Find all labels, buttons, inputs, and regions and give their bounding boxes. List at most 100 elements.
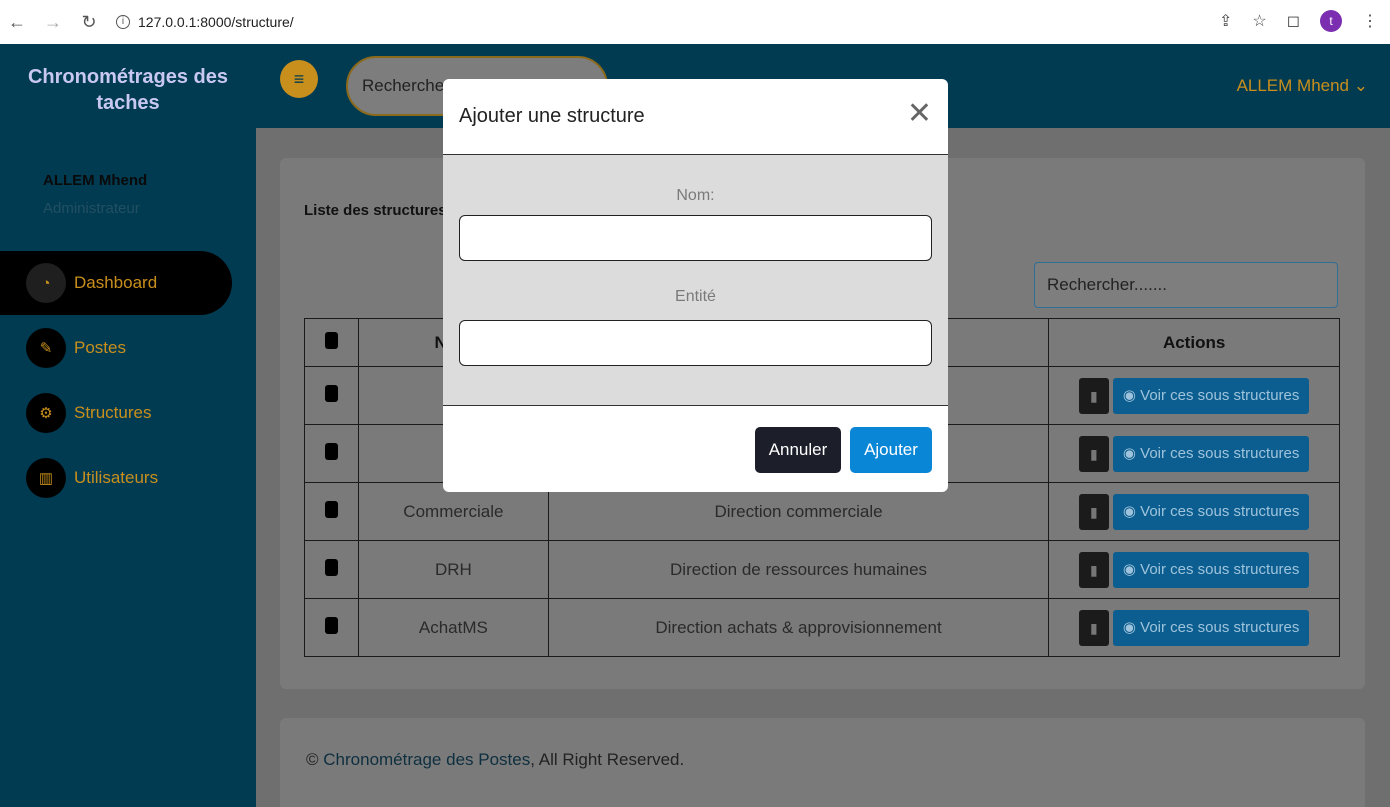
- url-text[interactable]: 127.0.0.1:8000/structure/: [138, 14, 294, 30]
- view-label: Voir ces sous structures: [1140, 444, 1300, 462]
- sidebar-toggle-button[interactable]: ≡: [280, 60, 318, 98]
- sidebar-item-postes[interactable]: ✎ Postes: [0, 316, 232, 380]
- app-brand[interactable]: Chronométrages des taches: [12, 64, 244, 116]
- cancel-button[interactable]: Annuler: [755, 427, 841, 473]
- table-search-input[interactable]: Rechercher.......: [1034, 262, 1338, 308]
- reload-icon[interactable]: ↻: [80, 12, 98, 33]
- row-checkbox[interactable]: [324, 616, 338, 634]
- view-label: Voir ces sous structures: [1140, 560, 1300, 578]
- row-checkbox[interactable]: [324, 500, 338, 518]
- row-checkbox[interactable]: [324, 384, 338, 402]
- browser-chrome: ← → ↻ i 127.0.0.1:8000/structure/ ⇪ ☆ ◻ …: [0, 0, 1390, 44]
- row-select-cell: [304, 540, 359, 599]
- sidebar-item-label: Utilisateurs: [74, 468, 159, 487]
- trash-icon: ▮: [1090, 445, 1098, 462]
- cell-actions: ▮ ◉ Voir ces sous structures: [1048, 366, 1340, 425]
- sidebar-item-dashboard[interactable]: ◔ Dashboard: [0, 251, 232, 315]
- delete-button[interactable]: ▮: [1078, 493, 1109, 530]
- trash-icon: ▮: [1090, 619, 1098, 636]
- cell-nom: DRH: [357, 540, 549, 599]
- cell-actions: ▮ ◉ Voir ces sous structures: [1048, 598, 1340, 657]
- sidebar-user-role: Administrateur: [43, 200, 140, 217]
- browser-nav: ← → ↻: [8, 12, 98, 33]
- cell-actions: ▮ ◉ Voir ces sous structures: [1048, 424, 1340, 483]
- cell-entite: Direction achats & approvisionnement: [547, 598, 1050, 657]
- star-icon[interactable]: ☆: [1252, 11, 1266, 31]
- cell-actions: ▮ ◉ Voir ces sous structures: [1048, 540, 1340, 599]
- row-checkbox[interactable]: [324, 558, 338, 576]
- footer-text: © Chronométrage des Postes, All Right Re…: [306, 750, 684, 770]
- gauge-icon: ◔: [26, 263, 66, 303]
- chevron-down-icon: ⌄: [1353, 76, 1368, 95]
- address-bar[interactable]: i 127.0.0.1:8000/structure/: [116, 14, 294, 30]
- cell-nom: AchatMS: [357, 598, 549, 657]
- view-substructures-button[interactable]: ◉ Voir ces sous structures: [1112, 493, 1310, 530]
- footer: © Chronométrage des Postes, All Right Re…: [280, 718, 1365, 807]
- back-icon[interactable]: ←: [8, 12, 26, 33]
- entite-field[interactable]: [459, 320, 932, 366]
- row-select-cell: [304, 366, 359, 425]
- select-all-cell: [304, 318, 359, 367]
- eye-icon: ◉: [1122, 502, 1136, 520]
- trash-icon: ▮: [1090, 387, 1098, 404]
- eye-icon: ◉: [1122, 386, 1136, 404]
- nom-label: Nom:: [676, 187, 715, 204]
- browser-actions: ⇪ ☆ ◻ t ⋮: [1219, 10, 1378, 32]
- sidepanel-icon[interactable]: ◻: [1287, 11, 1300, 31]
- modal-footer: Annuler Ajouter: [443, 406, 948, 492]
- sidebar-item-label: Postes: [74, 338, 126, 357]
- modal-title: Ajouter une structure: [459, 105, 645, 127]
- row-select-cell: [304, 598, 359, 657]
- card-title: Liste des structures: [304, 202, 447, 219]
- delete-button[interactable]: ▮: [1078, 609, 1109, 646]
- sidebar: Chronométrages des taches ALLEM Mhend Ad…: [0, 44, 256, 807]
- sidebar-item-utilisateurs[interactable]: ▥ Utilisateurs: [0, 446, 232, 510]
- trash-icon: ▮: [1090, 561, 1098, 578]
- cell-entite: Direction de ressources humaines: [547, 540, 1050, 599]
- cell-actions: ▮ ◉ Voir ces sous structures: [1048, 482, 1340, 541]
- gear-icon: ⚙: [26, 393, 66, 433]
- eye-icon: ◉: [1122, 618, 1136, 636]
- close-icon[interactable]: ✕: [907, 99, 932, 129]
- user-edit-icon: ✎: [26, 328, 66, 368]
- kebab-menu-icon[interactable]: ⋮: [1362, 11, 1378, 31]
- view-substructures-button[interactable]: ◉ Voir ces sous structures: [1112, 551, 1310, 588]
- modal-body: Nom: Entité: [443, 155, 948, 406]
- sidebar-user-name: ALLEM Mhend: [43, 172, 148, 189]
- trash-icon: ▮: [1090, 503, 1098, 520]
- view-substructures-button[interactable]: ◉ Voir ces sous structures: [1112, 609, 1310, 646]
- copyright-symbol: ©: [306, 750, 319, 769]
- view-label: Voir ces sous structures: [1140, 502, 1300, 520]
- delete-button[interactable]: ▮: [1078, 435, 1109, 472]
- select-all-checkbox[interactable]: [324, 331, 338, 349]
- table-row: DRH Direction de ressources humaines ▮ ◉ …: [304, 540, 1340, 599]
- entite-label: Entité: [675, 288, 716, 305]
- user-menu-label: ALLEM Mhend: [1236, 76, 1350, 95]
- info-icon[interactable]: i: [116, 15, 130, 29]
- delete-button[interactable]: ▮: [1078, 551, 1109, 588]
- sidebar-item-label: Dashboard: [74, 273, 158, 292]
- row-select-cell: [304, 424, 359, 483]
- profile-avatar[interactable]: t: [1320, 10, 1342, 32]
- share-icon[interactable]: ⇪: [1219, 11, 1232, 31]
- sidebar-item-label: Structures: [74, 403, 152, 422]
- nom-field[interactable]: [459, 215, 932, 261]
- footer-brand-link[interactable]: Chronométrage des Postes: [323, 750, 530, 769]
- chart-bar-icon: ▥: [26, 458, 66, 498]
- row-checkbox[interactable]: [324, 442, 338, 460]
- sidebar-item-structures[interactable]: ⚙ Structures: [0, 381, 232, 445]
- view-substructures-button[interactable]: ◉ Voir ces sous structures: [1112, 435, 1310, 472]
- view-label: Voir ces sous structures: [1140, 386, 1300, 404]
- column-header-actions: Actions: [1048, 318, 1340, 367]
- row-select-cell: [304, 482, 359, 541]
- forward-icon[interactable]: →: [44, 12, 62, 33]
- view-label: Voir ces sous structures: [1140, 618, 1300, 636]
- user-menu[interactable]: ALLEM Mhend ⌄: [1237, 76, 1368, 96]
- eye-icon: ◉: [1122, 444, 1136, 462]
- modal-header: Ajouter une structure ✕: [443, 79, 948, 155]
- eye-icon: ◉: [1122, 560, 1136, 578]
- view-substructures-button[interactable]: ◉ Voir ces sous structures: [1112, 377, 1310, 414]
- add-button[interactable]: Ajouter: [850, 427, 932, 473]
- table-row: AchatMS Direction achats & approvisionne…: [304, 598, 1340, 657]
- delete-button[interactable]: ▮: [1078, 377, 1109, 414]
